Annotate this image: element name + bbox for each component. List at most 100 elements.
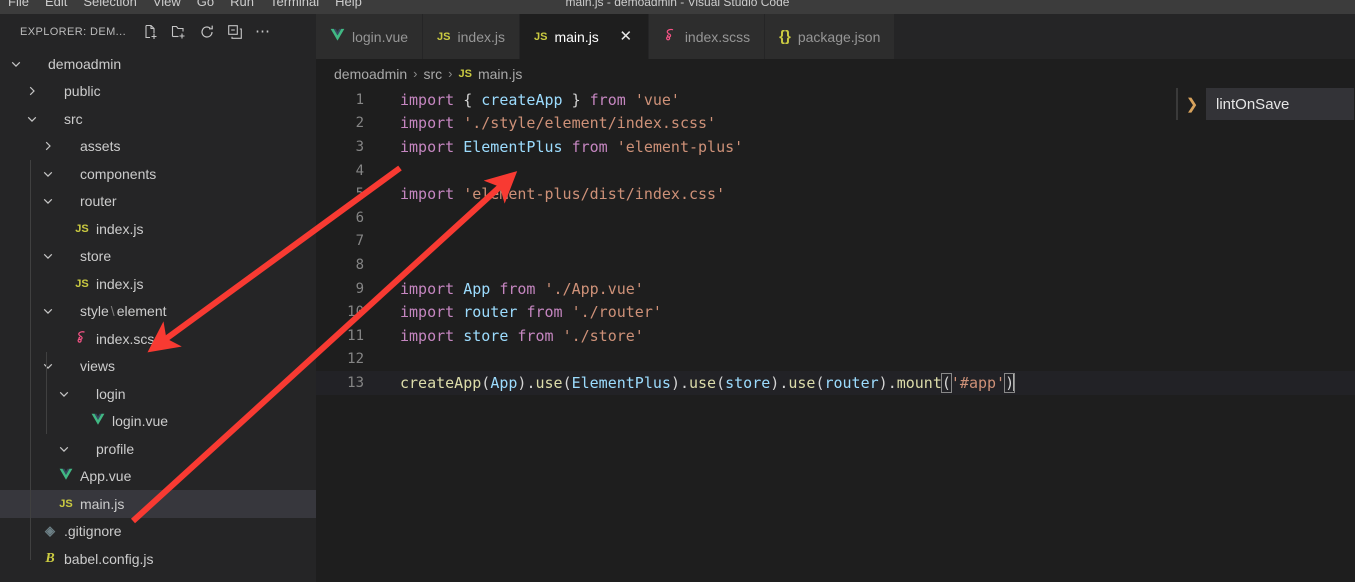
refresh-icon[interactable]: [196, 21, 218, 43]
tree-folder-row[interactable]: assets: [0, 133, 316, 161]
tree-item-label: router: [80, 193, 117, 210]
tree-folder-row[interactable]: views: [0, 353, 316, 381]
vscode-window: File Edit Selection View Go Run Terminal Help m…: [0, 0, 1355, 582]
editor-tab-label: package.json: [797, 28, 881, 45]
code-line[interactable]: 9 import App from './App.vue': [316, 277, 1355, 301]
chevron-down-icon[interactable]: [40, 166, 56, 182]
breadcrumb-item[interactable]: src: [424, 66, 443, 82]
tree-folder-row[interactable]: components: [0, 160, 316, 188]
menu-item-terminal[interactable]: Terminal: [262, 0, 327, 13]
tree-folder-row[interactable]: public: [0, 78, 316, 106]
new-folder-icon[interactable]: [168, 21, 190, 43]
tree-item-label: views: [80, 358, 116, 375]
tree-file-row[interactable]: JS index.js: [0, 270, 316, 298]
tree-folder-row[interactable]: demoadmin: [0, 50, 316, 78]
menu-item-view[interactable]: View: [145, 0, 189, 13]
editor-tab-package-json[interactable]: {} package.json: [765, 14, 896, 59]
chevron-down-icon[interactable]: [40, 248, 56, 264]
line-number: 11: [347, 327, 364, 344]
code-line[interactable]: 4: [316, 159, 1355, 183]
indent-guide: [46, 352, 47, 434]
code-line[interactable]: 6: [316, 206, 1355, 230]
editor-tab-label: index.js: [457, 28, 505, 45]
text-cursor: [1013, 373, 1016, 392]
chevron-down-icon[interactable]: [40, 303, 56, 319]
breadcrumb-item[interactable]: demoadmin: [334, 66, 407, 82]
tree-file-row[interactable]: login.vue: [0, 408, 316, 436]
breadcrumb-separator: ›: [413, 66, 418, 81]
chevron-down-icon[interactable]: [56, 386, 72, 402]
menu-item-run[interactable]: Run: [222, 0, 262, 13]
code-line-text: import store from './store': [400, 326, 644, 345]
tree-item-label: index.js: [96, 220, 144, 237]
tree-item-label: login: [96, 385, 126, 402]
menu-item-selection[interactable]: Selection: [75, 0, 144, 13]
line-number: 1: [355, 91, 364, 108]
chevron-down-icon[interactable]: [8, 56, 24, 72]
code-line[interactable]: 11 import store from './store': [316, 324, 1355, 348]
line-number: 8: [355, 256, 364, 273]
chevron-down-icon[interactable]: [40, 193, 56, 209]
lint-on-save-widget[interactable]: ❯ lintOnSave: [1176, 88, 1354, 120]
json-file-icon: {}: [779, 28, 791, 45]
code-line[interactable]: 7: [316, 230, 1355, 254]
chevron-down-icon[interactable]: [40, 358, 56, 374]
editor-tab-index-js[interactable]: JS index.js: [423, 14, 520, 59]
chevron-right-icon[interactable]: [40, 138, 56, 154]
tree-file-row[interactable]: JS main.js: [0, 490, 316, 518]
tree-file-row[interactable]: App.vue: [0, 463, 316, 491]
scss-file-icon: [72, 330, 92, 347]
chevron-down-icon[interactable]: [24, 111, 40, 127]
lint-on-save-label: lintOnSave: [1206, 88, 1354, 120]
menu-bar-items[interactable]: File Edit Selection View Go Run Terminal Help: [0, 0, 370, 13]
editor-tab-bar: login.vue JS index.js JS main.js ✕ index.scss {…: [316, 14, 1355, 59]
menu-item-edit[interactable]: Edit: [37, 0, 75, 13]
code-line[interactable]: 10 import router from './router': [316, 300, 1355, 324]
tree-folder-row[interactable]: login: [0, 380, 316, 408]
chevron-right-icon[interactable]: [24, 83, 40, 99]
code-line[interactable]: 5 import 'element-plus/dist/index.css': [316, 182, 1355, 206]
line-number: 10: [347, 304, 364, 321]
tree-item-label: .gitignore: [64, 523, 122, 540]
tree-file-row[interactable]: index.scss: [0, 325, 316, 353]
tree-folder-row[interactable]: profile: [0, 435, 316, 463]
close-icon[interactable]: ✕: [618, 29, 634, 45]
git-file-icon: ◈: [45, 523, 55, 539]
chevron-down-icon[interactable]: [56, 441, 72, 457]
menu-item-file[interactable]: File: [0, 0, 37, 13]
menu-bar: File Edit Selection View Go Run Terminal Help m…: [0, 0, 1355, 14]
js-file-icon: JS: [59, 497, 73, 510]
code-line[interactable]: 8: [316, 253, 1355, 277]
breadcrumb-item[interactable]: main.js: [478, 66, 522, 82]
chevron-right-icon[interactable]: ❯: [1178, 95, 1206, 113]
code-line[interactable]: 12: [316, 348, 1355, 372]
collapse-all-icon[interactable]: [224, 21, 246, 43]
tree-file-row[interactable]: JS index.js: [0, 215, 316, 243]
editor-tab-index-scss[interactable]: index.scss: [648, 14, 766, 59]
menu-item-help[interactable]: Help: [327, 0, 370, 13]
line-number: 3: [355, 138, 364, 155]
editor-tab-main-js[interactable]: JS main.js ✕: [519, 14, 649, 59]
js-file-icon: JS: [75, 277, 89, 290]
tree-file-row[interactable]: ◈ .gitignore: [0, 518, 316, 546]
line-number: 4: [355, 162, 364, 179]
tree-item-label: profile: [96, 440, 135, 457]
tree-folder-row[interactable]: router: [0, 188, 316, 216]
code-editor[interactable]: 1 import { createApp } from 'vue' 2 import …: [316, 88, 1355, 582]
menu-item-go[interactable]: Go: [189, 0, 222, 13]
tree-file-row[interactable]: Bbabel.config.js: [0, 545, 316, 573]
tree-folder-row[interactable]: style \ element: [0, 298, 316, 326]
tree-folder-row[interactable]: store: [0, 243, 316, 271]
tree-folder-row[interactable]: src: [0, 105, 316, 133]
editor-tab-login-vue[interactable]: login.vue: [316, 14, 424, 59]
code-line[interactable]: 13 createApp(App).use(ElementPlus).use(st…: [316, 371, 1355, 395]
code-line[interactable]: 3 import ElementPlus from 'element-plus': [316, 135, 1355, 159]
vue-file-icon: [88, 413, 108, 429]
new-file-icon[interactable]: [140, 21, 162, 43]
more-actions-icon[interactable]: ⋯: [252, 21, 274, 43]
tree-item-label: style \ element: [80, 303, 167, 320]
babel-file-icon: B: [45, 550, 55, 566]
breadcrumb[interactable]: demoadmin › src › JS main.js: [316, 59, 1355, 88]
line-number: 6: [355, 209, 364, 226]
line-number: 5: [355, 186, 364, 203]
